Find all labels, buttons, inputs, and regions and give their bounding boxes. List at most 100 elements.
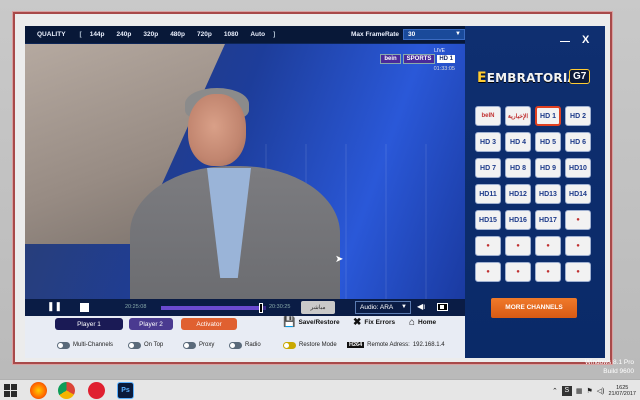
channel-button[interactable]: ● — [565, 210, 591, 230]
toggle-radio[interactable]: Radio — [229, 341, 261, 349]
quality-label: QUALITY — [37, 31, 66, 38]
quality-option-144p[interactable]: 144p — [90, 31, 105, 38]
channel-name: SPORTS — [402, 54, 436, 64]
channel-button[interactable]: HD 3 — [475, 132, 501, 152]
seek-thumb[interactable] — [258, 303, 263, 313]
fix-errors-button[interactable]: ✖ Fix Errors — [353, 317, 395, 328]
firefox-icon[interactable] — [30, 382, 47, 399]
channel-button[interactable]: HD 8 — [505, 158, 531, 178]
floppy-icon: 💾 — [283, 317, 296, 328]
channel-button[interactable]: HD 2 — [565, 106, 591, 126]
os-watermark: Windows 8.1 Pro Build 9600 — [585, 358, 634, 376]
quality-option-720p[interactable]: 720p — [197, 31, 212, 38]
toggle-proxy[interactable]: Proxy — [183, 341, 214, 349]
channel-button[interactable]: ● — [475, 262, 501, 282]
toggle-multichannels[interactable]: Multi-Channels — [57, 341, 113, 349]
taskbar: Ps ⌃ S ▦ ⚑ ◁) 1625 21/07/2017 — [0, 379, 640, 400]
channel-button[interactable]: HD 6 — [565, 132, 591, 152]
player-app: QUALITY [ 144p 240p 320p 480p 720p 1080 … — [25, 26, 605, 358]
seek-fill — [161, 306, 261, 310]
live-button[interactable]: مباشر — [301, 301, 335, 314]
channel-logo-overlay: LIVE bein SPORTS HD 1 01:33:05 — [380, 48, 455, 72]
photoshop-icon[interactable]: Ps — [117, 382, 134, 399]
max-framerate-label: Max FrameRate — [351, 31, 400, 38]
tab-player2[interactable]: Player 2 — [129, 318, 173, 330]
switch-icon — [57, 341, 70, 349]
channel-sidebar: — X EEMBRATORIA G7 beIN الإخبارية HD 1 HD 2… — [465, 26, 605, 358]
channel-button[interactable]: ● — [535, 262, 561, 282]
channel-button[interactable]: HD 9 — [535, 158, 561, 178]
channel-button[interactable]: HD 7 — [475, 158, 501, 178]
channel-button[interactable]: ● — [505, 236, 531, 256]
toggles-row: Multi-Channels On Top Proxy Radio Restor… — [25, 338, 465, 352]
home-label: Home — [418, 319, 437, 326]
channel-button[interactable]: ● — [535, 236, 561, 256]
flag-icon[interactable]: ⚑ — [586, 387, 592, 395]
system-tray: ⌃ S ▦ ⚑ ◁) 1625 21/07/2017 — [552, 382, 636, 399]
more-channels-button[interactable]: MORE CHANNELS — [491, 298, 577, 318]
channel-button[interactable]: HD13 — [535, 184, 561, 204]
quality-option-auto[interactable]: Auto — [250, 31, 265, 38]
toggle-ontop[interactable]: On Top — [128, 341, 164, 349]
stop-icon[interactable] — [80, 303, 89, 312]
framerate-select[interactable]: 30 ▼ — [403, 29, 465, 40]
minimize-icon[interactable]: — — [560, 36, 570, 47]
taskbar-date: 21/07/2017 — [608, 390, 636, 397]
save-restore-button[interactable]: 💾 Save/Restore — [283, 317, 340, 328]
quality-option-480p[interactable]: 480p — [170, 31, 185, 38]
audio-select[interactable]: Audio: ARA ▼ — [355, 301, 411, 314]
toggle-restore-mode[interactable]: Restore Mode — [283, 341, 337, 349]
audio-value: Audio: ARA — [360, 304, 394, 311]
channel-button[interactable]: ● — [565, 262, 591, 282]
quality-option-320p[interactable]: 320p — [143, 31, 158, 38]
time-elapsed: 20:25:08 — [125, 304, 147, 310]
channel-button[interactable]: ● — [505, 262, 531, 282]
video-clock: 01:33:05 — [433, 66, 455, 72]
toggle-ontop-label: On Top — [144, 342, 164, 348]
tray-s-icon[interactable]: S — [561, 385, 572, 396]
switch-icon — [183, 341, 196, 349]
channel-button[interactable]: HD15 — [475, 210, 501, 230]
tab-player1[interactable]: Player 1 — [55, 318, 123, 330]
channel-button[interactable]: ● — [565, 236, 591, 256]
chrome-icon[interactable] — [58, 382, 75, 399]
opera-icon[interactable] — [88, 382, 105, 399]
channel-button[interactable]: beIN — [475, 106, 501, 126]
volume-icon[interactable]: ◀ı — [417, 302, 425, 311]
channel-button[interactable]: ● — [475, 236, 501, 256]
video-area[interactable]: LIVE bein SPORTS HD 1 01:33:05 ➤ — [25, 44, 465, 299]
fix-errors-label: Fix Errors — [364, 319, 396, 326]
seek-bar[interactable] — [161, 303, 266, 313]
channel-grid: beIN الإخبارية HD 1 HD 2 HD 3 HD 4 HD 5 HD 6 HD … — [475, 106, 597, 282]
tab-activator[interactable]: Activator — [181, 318, 237, 330]
fullscreen-icon[interactable] — [437, 303, 448, 311]
channel-button[interactable]: الإخبارية — [505, 106, 531, 126]
windows-start-icon[interactable] — [4, 384, 18, 397]
speaker-icon[interactable]: ◁) — [597, 387, 605, 395]
channel-button[interactable]: HD16 — [505, 210, 531, 230]
channel-button[interactable]: HD11 — [475, 184, 501, 204]
save-restore-label: Save/Restore — [298, 319, 340, 326]
toggle-restore-mode-label: Restore Mode — [299, 342, 337, 348]
tray-arrow-icon[interactable]: ⌃ — [552, 387, 558, 395]
remote-address: H264 Remote Adress: 192.168.1.4 — [347, 342, 445, 348]
close-icon[interactable]: X — [582, 34, 589, 46]
quality-option-1080[interactable]: 1080 — [224, 31, 238, 38]
channel-button[interactable]: HD 1 — [535, 106, 561, 126]
home-icon: ⌂ — [409, 317, 416, 328]
channel-button[interactable]: HD12 — [505, 184, 531, 204]
channel-brand: bein — [380, 54, 401, 64]
taskbar-clock[interactable]: 1625 21/07/2017 — [608, 385, 636, 397]
network-icon[interactable]: ▦ — [576, 387, 583, 395]
hd-badge: H264 — [347, 342, 365, 348]
quality-option-240p[interactable]: 240p — [117, 31, 132, 38]
remote-label: Remote Adress: — [367, 342, 410, 348]
channel-button[interactable]: HD17 — [535, 210, 561, 230]
channel-button[interactable]: HD 5 — [535, 132, 561, 152]
home-button[interactable]: ⌂ Home — [409, 317, 436, 328]
pause-icon[interactable]: ❚❚ — [47, 301, 62, 312]
channel-button[interactable]: HD10 — [565, 158, 591, 178]
channel-button[interactable]: HD14 — [565, 184, 591, 204]
presenter-head — [188, 94, 246, 166]
channel-button[interactable]: HD 4 — [505, 132, 531, 152]
